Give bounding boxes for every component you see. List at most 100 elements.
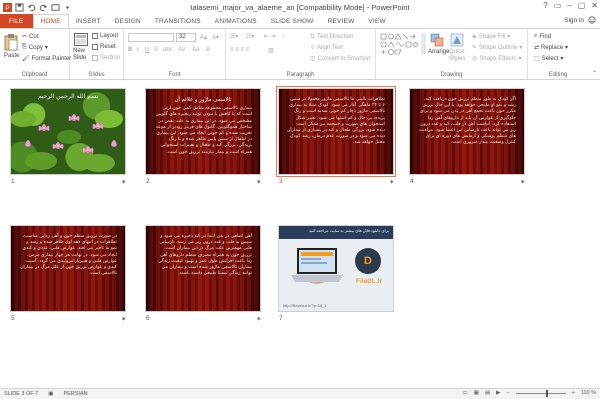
effects-icon: ◎: [472, 56, 478, 62]
underline-button[interactable]: U: [145, 47, 149, 53]
spelling-icon[interactable]: ▣: [48, 391, 53, 397]
layout-button[interactable]: Layout: [92, 33, 118, 39]
font-color-button[interactable]: A: [206, 47, 210, 53]
change-case-button[interactable]: Aa: [192, 47, 199, 53]
grow-font-button[interactable]: A▴: [200, 34, 207, 41]
paste-button[interactable]: Paste: [4, 53, 19, 59]
format-painter-button[interactable]: 🖌 Format Painter: [22, 55, 71, 63]
tab-animations[interactable]: ANIMATIONS: [208, 14, 264, 28]
binoculars-icon: ⌕: [534, 33, 538, 39]
columns-button[interactable]: ▥: [268, 47, 274, 54]
slide-thumbnail-6[interactable]: آهن اضافی در بدن ابتدا در کبد ذخیره می ش…: [145, 225, 261, 312]
new-slide-button[interactable]: New: [73, 48, 85, 54]
slide-thumbnail-3[interactable]: تظاهرات بالینی بتا تالاسمی ماژور معمولا …: [276, 86, 396, 177]
account-area: Sign in: [564, 16, 596, 24]
shrink-font-button[interactable]: A▾: [212, 34, 219, 41]
window-title: talasemi_major_va_alaeme_an [Compatibili…: [190, 3, 410, 12]
slide-6-content: آهن اضافی در بدن ابتدا در کبد ذخیره می ش…: [154, 234, 252, 277]
tab-home[interactable]: HOME: [32, 14, 69, 28]
tab-design[interactable]: DESIGN: [108, 14, 148, 28]
language-indicator[interactable]: PERSIAN: [63, 391, 87, 397]
new-slide-button-label2[interactable]: Slide: [73, 55, 86, 61]
slide-thumbnail-1[interactable]: بسم الله الرحمن الرحیم: [10, 88, 126, 175]
cut-button[interactable]: ✂ Cut: [22, 33, 38, 41]
tab-transitions[interactable]: TRANSITIONS: [148, 14, 208, 28]
new-slide-icon[interactable]: [74, 33, 88, 46]
shapes-gallery[interactable]: [380, 33, 426, 61]
strikethrough-button[interactable]: abc: [163, 47, 173, 53]
smiley-feedback-icon[interactable]: [588, 16, 596, 24]
alignment-buttons[interactable]: ≡ ≡ ≡ ≡: [230, 47, 249, 53]
align-text-button[interactable]: ⇳ Align Text: [310, 44, 343, 52]
sign-in-link[interactable]: Sign in: [564, 17, 584, 24]
shape-outline-button[interactable]: ✎ Shape Outline ▾: [472, 44, 522, 52]
zoom-in-button[interactable]: +: [572, 390, 575, 396]
copy-button[interactable]: ⎘ Copy ▾: [22, 44, 48, 51]
line-spacing-button[interactable]: ↕: [282, 33, 285, 39]
tab-insert[interactable]: INSERT: [69, 14, 108, 28]
close-button[interactable]: ✕: [591, 1, 598, 10]
collapse-ribbon-icon[interactable]: ⌃: [592, 70, 597, 77]
zoom-slider[interactable]: [515, 389, 566, 397]
indent-buttons[interactable]: ⇤ ⇥: [264, 33, 276, 40]
arrange-icon[interactable]: [430, 33, 444, 47]
slide-thumbnail-4[interactable]: اگر کودک به طور منظم تزریق خون دریافت کن…: [409, 88, 525, 175]
editing-label: Editing: [548, 72, 568, 78]
convert-smartart-button[interactable]: ◫ Convert to SmartArt: [310, 55, 371, 63]
bold-button[interactable]: B: [128, 47, 132, 53]
slideshow-view-icon[interactable]: ▶: [496, 390, 500, 396]
slides-label: Slides: [88, 72, 105, 78]
bullets-button[interactable]: ☰▾: [230, 33, 238, 40]
cursor-icon: ⬚: [534, 56, 540, 62]
find-button[interactable]: ⌕ Find: [534, 33, 551, 40]
maximize-button[interactable]: ▢: [578, 1, 586, 10]
shadow-button[interactable]: S: [154, 47, 158, 53]
slide-sorter-view-icon[interactable]: ▦: [474, 390, 479, 396]
quick-styles-button-label2[interactable]: Styles: [449, 56, 465, 62]
slide-thumbnail-7[interactable]: برای دانلود فایل های بیشتر به سایت مراجع…: [278, 225, 394, 312]
copy-icon: ⎘: [22, 44, 27, 50]
text-direction-button[interactable]: ⇅ Text Direction: [310, 33, 353, 41]
tab-slide-show[interactable]: SLIDE SHOW: [264, 14, 321, 28]
char-spacing-button[interactable]: AV: [178, 47, 186, 53]
numbering-button[interactable]: ☷▾: [246, 33, 254, 40]
ribbon-display-button[interactable]: ▭: [554, 1, 562, 10]
laptop-image: [291, 248, 343, 284]
arrange-button[interactable]: Arrange: [428, 49, 449, 55]
slide-3-body: تظاهرات بالینی بتا تالاسمی ماژور معمولا …: [287, 97, 385, 146]
help-button[interactable]: ?: [543, 1, 547, 10]
minimize-button[interactable]: –: [567, 1, 571, 10]
section-button[interactable]: Section: [92, 55, 120, 61]
shape-effects-button[interactable]: ◎ Shape Effects ▾: [472, 55, 522, 63]
transition-star-icon[interactable]: ✶: [121, 178, 126, 186]
transition-star-icon[interactable]: ✶: [256, 178, 261, 186]
transition-star-icon[interactable]: ✶: [256, 315, 261, 323]
quick-styles-icon[interactable]: [450, 33, 464, 47]
zoom-slider-knob[interactable]: [545, 389, 548, 397]
transition-star-icon[interactable]: ✶: [520, 178, 525, 186]
transition-star-icon[interactable]: ✶: [121, 315, 126, 323]
slide-thumbnail-2[interactable]: تالاسمی ماژور و علائم آن بیماری تالاسمی …: [145, 88, 261, 175]
tab-view[interactable]: VIEW: [361, 14, 392, 28]
font-name-field[interactable]: [128, 33, 174, 42]
chevron-down-icon: ▾: [565, 45, 569, 51]
paste-icon[interactable]: [4, 33, 18, 51]
zoom-out-button[interactable]: −: [506, 390, 509, 396]
font-size-field[interactable]: 32: [176, 33, 196, 42]
window-controls: ? ▭ – ▢ ✕: [543, 1, 598, 10]
slide-thumbnail-5[interactable]: در صورت تزریق منظم خون و آهن زدایی مناسب…: [10, 225, 126, 312]
reading-view-icon[interactable]: ▤: [485, 390, 490, 396]
tab-file[interactable]: FILE: [0, 14, 33, 28]
shape-fill-button[interactable]: ◈ Shape Fill ▾: [472, 33, 510, 41]
chevron-down-icon: ▾: [560, 56, 564, 62]
transition-star-icon[interactable]: ✶: [389, 178, 394, 186]
italic-button[interactable]: I: [137, 47, 139, 53]
quick-styles-button[interactable]: Quick: [449, 49, 464, 55]
replace-button[interactable]: ⇄ Replace ▾: [534, 44, 569, 52]
reset-button[interactable]: Reset: [92, 44, 116, 50]
tab-review[interactable]: REVIEW: [321, 14, 362, 28]
select-button[interactable]: ⬚ Select ▾: [534, 55, 564, 63]
slide-2-title: تالاسمی ماژور و علائم آن: [174, 97, 232, 103]
normal-view-icon[interactable]: ▭: [463, 390, 468, 396]
zoom-level[interactable]: 110 %: [581, 390, 596, 396]
